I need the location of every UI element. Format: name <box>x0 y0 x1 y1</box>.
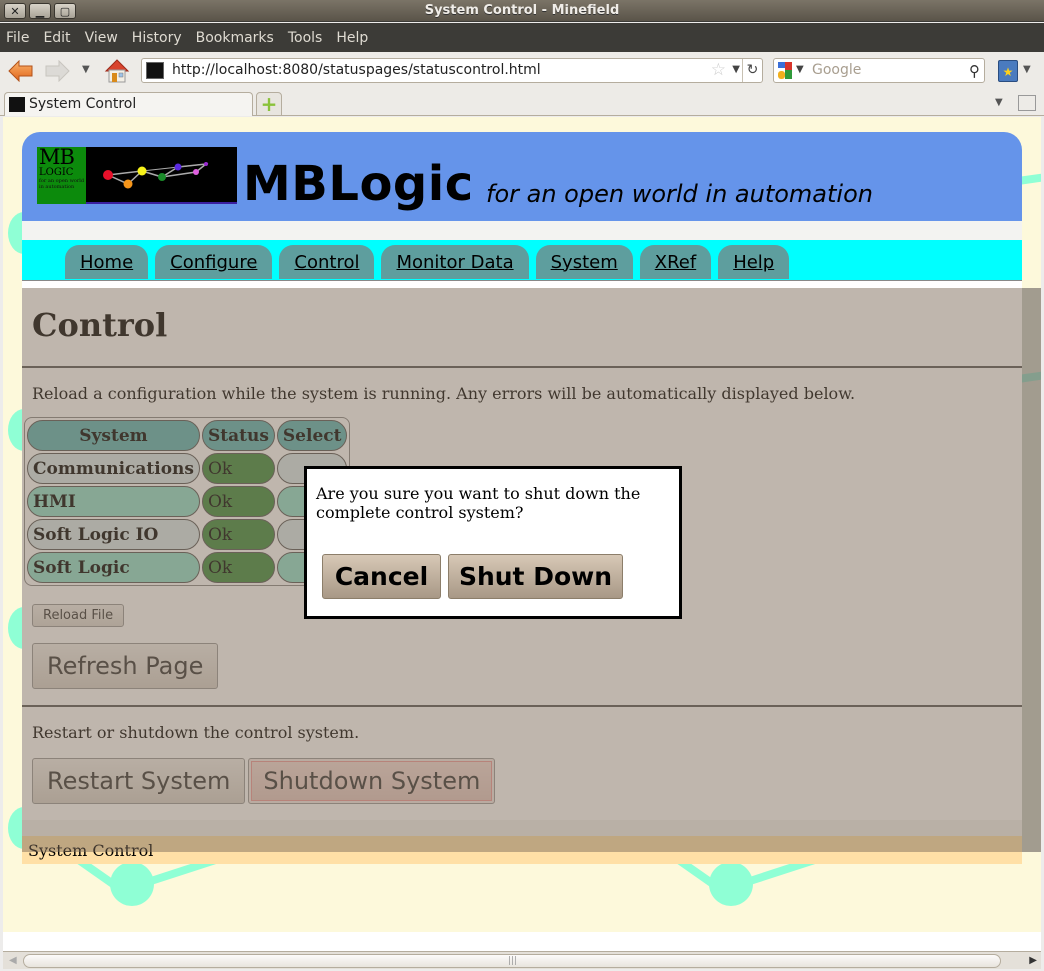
menu-history[interactable]: History <box>130 30 184 46</box>
back-icon[interactable] <box>8 60 34 82</box>
search-engine-dropdown-icon[interactable]: ▼ <box>796 64 804 75</box>
tab-list-dropdown-icon[interactable]: ▼ <box>995 97 1003 108</box>
window-titlebar: ✕ ▁ ▢ System Control - Minefield <box>0 0 1044 22</box>
menu-file[interactable]: File <box>4 30 31 46</box>
background-molecule-decoration <box>110 862 154 906</box>
search-bar[interactable]: ▼ Google ⚲ <box>773 58 985 83</box>
navigation-toolbar: ▼ http://localhost:8080/statuspages/stat… <box>0 52 1044 90</box>
logo-mb-text: MB <box>39 145 75 169</box>
nav-control[interactable]: Control <box>279 245 375 279</box>
new-tab-button[interactable]: + <box>256 92 282 116</box>
search-input[interactable]: Google <box>812 62 861 78</box>
scroll-left-icon[interactable]: ◀ <box>9 955 17 966</box>
history-dropdown-icon[interactable]: ▼ <box>82 64 90 75</box>
shut-down-button[interactable]: Shut Down <box>448 554 623 599</box>
nav-configure[interactable]: Configure <box>155 245 273 279</box>
background-molecule-decoration <box>709 862 753 906</box>
tab-bar: System Control + ▼ <box>0 90 1044 116</box>
shutdown-confirm-dialog: Are you sure you want to shut down the c… <box>304 466 682 619</box>
logo-text-block: MB LOGIC for an open world in automation <box>37 147 86 204</box>
header-gap <box>22 221 1022 240</box>
tab-system-control[interactable]: System Control <box>4 92 253 116</box>
site-tagline: for an open world in automation <box>486 180 873 208</box>
reload-icon[interactable]: ↻ <box>742 59 762 82</box>
logo-logic-text: LOGIC <box>39 167 74 178</box>
menu-bar: File Edit View History Bookmarks Tools H… <box>0 23 1044 52</box>
search-engine-icon[interactable] <box>778 62 792 79</box>
url-dropdown-icon[interactable]: ▼ <box>732 64 740 75</box>
bookmark-star-icon[interactable]: ☆ <box>711 60 726 80</box>
horizontal-scrollbar[interactable]: ◀ ||| ▶ <box>3 951 1041 969</box>
modal-overlay-edge <box>1022 288 1041 852</box>
page-viewport: MB LOGIC for an open world in automation <box>3 117 1041 932</box>
tab-favicon-icon <box>9 97 25 112</box>
bookmarks-dropdown-icon[interactable]: ▼ <box>1023 64 1031 75</box>
logo-small-text: for an open world in automation <box>39 178 85 190</box>
nav-help[interactable]: Help <box>718 245 790 279</box>
plus-icon: + <box>260 92 278 116</box>
bookmarks-sidebar-icon[interactable]: ★ <box>998 60 1018 82</box>
menu-edit[interactable]: Edit <box>41 30 72 46</box>
tab-label: System Control <box>29 96 137 112</box>
magnifier-icon[interactable]: ⚲ <box>969 62 980 80</box>
forward-icon[interactable] <box>44 60 70 82</box>
window-title: System Control - Minefield <box>424 3 620 18</box>
menu-bookmarks[interactable]: Bookmarks <box>194 30 276 46</box>
menu-tools[interactable]: Tools <box>286 30 325 46</box>
home-icon[interactable] <box>104 58 130 84</box>
url-bar[interactable]: http://localhost:8080/statuspages/status… <box>141 58 763 83</box>
site-header: MB LOGIC for an open world in automation <box>22 132 1022 221</box>
status-area <box>3 932 1041 951</box>
nav-system[interactable]: System <box>535 245 633 279</box>
constellation-icon <box>103 162 209 189</box>
menu-help[interactable]: Help <box>334 30 370 46</box>
scroll-right-icon[interactable]: ▶ <box>1029 955 1037 966</box>
tab-view-icon[interactable] <box>1018 95 1036 111</box>
nav-home[interactable]: Home <box>65 245 149 279</box>
site-title: MBLogic <box>243 156 474 212</box>
site-favicon-icon <box>146 62 164 79</box>
url-input[interactable]: http://localhost:8080/statuspages/status… <box>172 62 541 78</box>
dialog-message: Are you sure you want to shut down the c… <box>316 484 641 522</box>
main-navigation: Home Configure Control Monitor Data Syst… <box>22 240 1022 280</box>
grip-icon: ||| <box>508 956 518 966</box>
mblogic-logo[interactable]: MB LOGIC for an open world in automation <box>37 147 237 204</box>
nav-monitor-data[interactable]: Monitor Data <box>381 245 529 279</box>
nav-xref[interactable]: XRef <box>639 245 712 279</box>
scrollbar-thumb[interactable]: ||| <box>23 954 1001 968</box>
menu-view[interactable]: View <box>83 30 120 46</box>
cancel-button[interactable]: Cancel <box>322 554 441 599</box>
